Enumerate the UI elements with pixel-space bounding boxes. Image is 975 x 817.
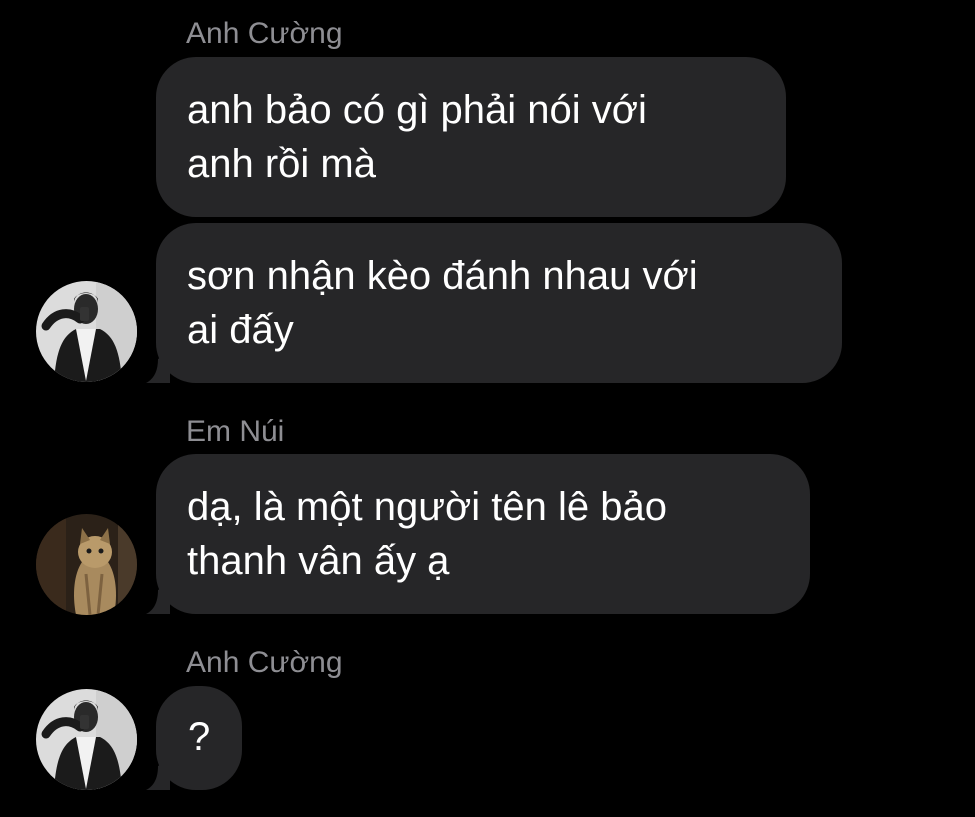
message-text-line: thanh vân ấy ạ xyxy=(187,539,450,583)
message-text-line: ? xyxy=(188,715,211,759)
bubble-tail xyxy=(146,760,170,790)
message-bubble[interactable]: sơn nhận kèo đánh nhau với ai đấy xyxy=(156,223,842,383)
message-text-line: dạ, là một người tên lê bảo xyxy=(187,485,667,529)
person-photo-avatar-icon xyxy=(36,281,137,382)
avatar-em-nui[interactable] xyxy=(36,514,137,615)
message-text-line: sơn nhận kèo đánh nhau với xyxy=(187,254,698,298)
message-text-line: anh rồi mà xyxy=(187,142,376,186)
bubble-tail xyxy=(146,584,170,614)
avatar-anh-cuong[interactable] xyxy=(36,281,137,382)
sender-name: Em Núi xyxy=(186,415,285,448)
message-bubble[interactable]: anh bảo có gì phải nói với anh rồi mà xyxy=(156,57,786,217)
message-text-line: anh bảo có gì phải nói với xyxy=(187,88,647,132)
sender-name: Anh Cường xyxy=(186,646,343,679)
sender-name: Anh Cường xyxy=(186,17,343,50)
message-bubble[interactable]: dạ, là một người tên lê bảo thanh vân ấy… xyxy=(156,454,810,614)
avatar-anh-cuong[interactable] xyxy=(36,689,137,790)
message-text-line: ai đấy xyxy=(187,308,294,352)
bubble-tail xyxy=(146,353,170,383)
cat-photo-avatar-icon xyxy=(36,514,137,615)
person-photo-avatar-icon xyxy=(36,689,137,790)
